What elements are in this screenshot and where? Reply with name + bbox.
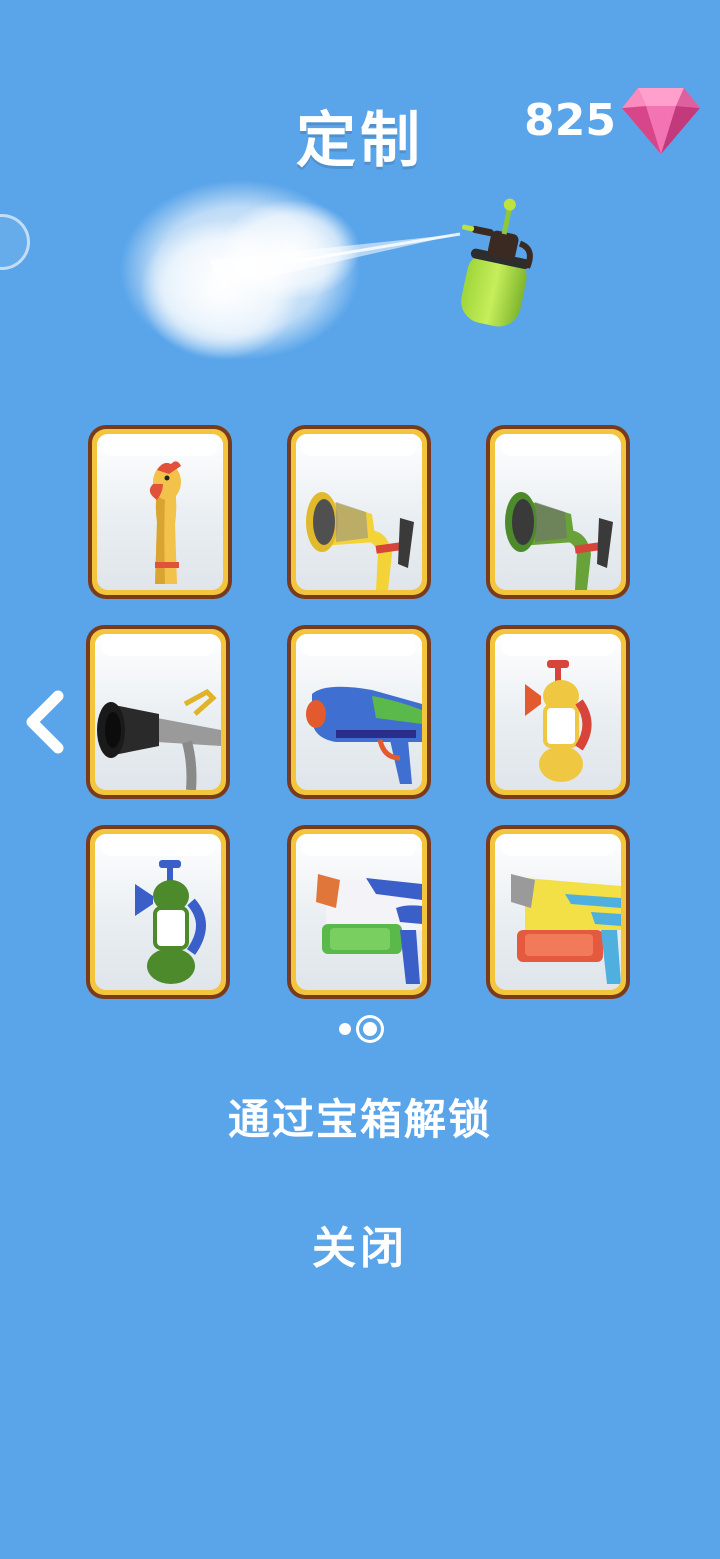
close-button[interactable]: 关闭	[0, 1212, 720, 1276]
item-grid	[86, 425, 636, 1005]
water-blaster-icon	[511, 874, 621, 984]
water-gun-icon	[306, 686, 422, 784]
fire-hose-icon	[97, 688, 221, 790]
item-card-yellow-hose-nozzle[interactable]	[287, 425, 431, 599]
hose-nozzle-icon	[306, 492, 414, 590]
gem-icon	[622, 88, 700, 154]
page-dot-1[interactable]	[339, 1023, 351, 1035]
page-dot-2-active[interactable]	[359, 1018, 381, 1040]
customize-screen: 定制 825 通过宝箱解锁 关闭	[0, 0, 720, 1559]
item-card-yellow-pressure-sprayer[interactable]	[486, 625, 630, 799]
item-card-green-hose-nozzle[interactable]	[486, 425, 630, 599]
item-card-black-fire-hose[interactable]	[86, 625, 230, 799]
page-indicator	[0, 1018, 720, 1040]
item-card-blue-water-gun[interactable]	[287, 625, 431, 799]
rubber-chicken-icon	[149, 461, 181, 584]
gem-counter: 825	[524, 82, 702, 158]
item-card-white-blaster[interactable]	[287, 825, 431, 999]
gem-count: 825	[524, 94, 616, 146]
pressure-sprayer-icon	[135, 860, 206, 984]
prev-page-arrow-icon[interactable]	[22, 690, 68, 754]
item-card-yellow-blaster[interactable]	[486, 825, 630, 999]
pressure-sprayer-icon	[525, 660, 592, 782]
sleep-badge-icon[interactable]	[0, 214, 30, 270]
item-card-green-pressure-sprayer[interactable]	[86, 825, 230, 999]
unlock-via-chest-button[interactable]: 通过宝箱解锁	[0, 1086, 720, 1147]
hose-nozzle-icon	[505, 492, 613, 590]
item-card-rubber-chicken[interactable]	[88, 425, 232, 599]
water-blaster-icon	[316, 874, 422, 984]
pressure-sprayer-preview	[120, 180, 533, 360]
